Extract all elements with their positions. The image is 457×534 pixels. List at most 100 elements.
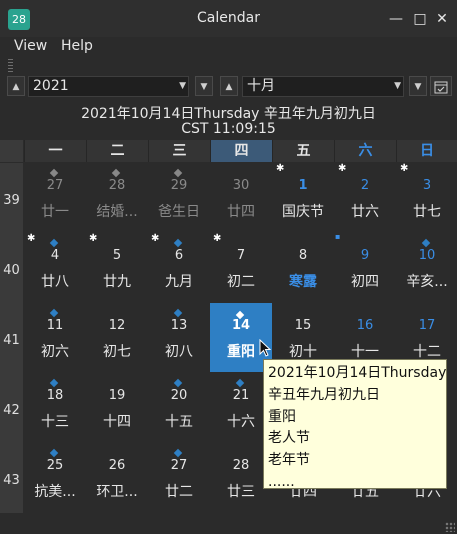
lunar-label: 结婚... bbox=[96, 204, 138, 220]
year-value: 2021 bbox=[33, 78, 69, 94]
week-number: 39 bbox=[0, 163, 23, 233]
today-calendar-icon bbox=[434, 81, 448, 94]
day-number: 15 bbox=[294, 318, 312, 333]
today-button[interactable] bbox=[430, 76, 452, 96]
day-number: 13 bbox=[170, 318, 188, 333]
tooltip-line: 老人节 bbox=[268, 430, 310, 447]
lunar-label: 廿九 bbox=[103, 274, 131, 290]
day-number: 1 bbox=[298, 178, 308, 193]
lunar-label: 十四 bbox=[103, 414, 131, 430]
lunar-label: 十五 bbox=[165, 414, 193, 430]
special-day-star-icon: ✱ bbox=[276, 163, 285, 174]
day-cell[interactable]: 19 十四 bbox=[86, 373, 148, 442]
day-cell[interactable]: 13 初八 bbox=[148, 303, 210, 372]
maximize-icon[interactable]: □ bbox=[410, 9, 430, 29]
minimize-icon[interactable]: — bbox=[386, 9, 406, 29]
event-marker-icon bbox=[49, 168, 59, 178]
day-number: 29 bbox=[170, 178, 188, 193]
day-cell[interactable]: 12 初七 bbox=[86, 303, 148, 372]
lunar-label: 九月 bbox=[165, 274, 193, 290]
day-cell[interactable]: 27 廿一 bbox=[24, 163, 86, 232]
menu-bar: View Help bbox=[0, 37, 457, 57]
day-number: 12 bbox=[108, 318, 126, 333]
day-cell[interactable]: 25 抗美... bbox=[24, 443, 86, 512]
day-number: 25 bbox=[46, 458, 64, 473]
mouse-cursor-icon bbox=[259, 339, 271, 357]
lunar-label: 环卫... bbox=[96, 484, 138, 500]
month-combobox[interactable]: 十月 ▼ bbox=[242, 76, 404, 97]
lunar-label: 廿四 bbox=[227, 204, 255, 220]
lunar-label: 初六 bbox=[41, 344, 69, 360]
close-icon[interactable]: ✕ bbox=[432, 9, 452, 29]
tooltip-line: ...... bbox=[268, 473, 295, 490]
lunar-label: 廿一 bbox=[41, 204, 69, 220]
lunar-label: 寒露 bbox=[289, 274, 317, 290]
month-down-button[interactable]: ▼ bbox=[409, 76, 427, 96]
event-marker-icon bbox=[173, 238, 183, 248]
special-day-star-icon: ✱ bbox=[151, 233, 160, 244]
tooltip-line: 辛丑年九月初九日 bbox=[268, 386, 380, 403]
day-cell[interactable]: 11 初六 bbox=[24, 303, 86, 372]
day-cell[interactable]: 30 廿四 bbox=[210, 163, 272, 232]
special-day-star-icon: ✱ bbox=[27, 233, 36, 244]
year-down-button[interactable]: ▼ bbox=[195, 76, 213, 96]
chevron-down-icon[interactable]: ▼ bbox=[179, 77, 186, 96]
event-marker-icon bbox=[111, 168, 121, 178]
arrow-up-icon: ▲ bbox=[12, 82, 20, 92]
day-cell[interactable]: 18 十三 bbox=[24, 373, 86, 442]
lunar-label: 廿七 bbox=[413, 204, 441, 220]
week-number: 40 bbox=[0, 233, 23, 303]
day-cell[interactable]: 20 十五 bbox=[148, 373, 210, 442]
day-tooltip: 2021年10月14日Thursday 辛丑年九月初九日 重阳 老人节 老年节 … bbox=[263, 359, 447, 490]
weekday-header-cell: 二 bbox=[86, 140, 148, 162]
week-number: 41 bbox=[0, 303, 23, 373]
day-cell[interactable]: 28 结婚... bbox=[86, 163, 148, 232]
day-number: 4 bbox=[50, 248, 60, 263]
day-cell[interactable]: 9 初四 bbox=[334, 233, 396, 302]
lunar-label: 初十 bbox=[289, 344, 317, 360]
chevron-down-icon[interactable]: ▼ bbox=[394, 77, 401, 96]
day-number: 20 bbox=[170, 388, 188, 403]
tooltip-line: 2021年10月14日Thursday bbox=[268, 365, 447, 381]
lunar-label: 初八 bbox=[165, 344, 193, 360]
event-marker-icon bbox=[49, 448, 59, 458]
year-up-button[interactable]: ▲ bbox=[7, 76, 25, 96]
event-marker-icon bbox=[173, 168, 183, 178]
month-up-button[interactable]: ▲ bbox=[220, 76, 238, 96]
day-cell[interactable]: 27 廿二 bbox=[148, 443, 210, 512]
day-number: 14 bbox=[231, 318, 251, 333]
special-day-star-icon: ✱ bbox=[213, 233, 222, 244]
day-number: 16 bbox=[356, 318, 374, 333]
year-spinbox[interactable]: 2021 ▼ bbox=[28, 76, 189, 97]
lunar-label: 十一 bbox=[351, 344, 379, 360]
lunar-label: 初七 bbox=[103, 344, 131, 360]
day-cell[interactable]: 29 爸生日 bbox=[148, 163, 210, 232]
lunar-label: 廿二 bbox=[165, 484, 193, 500]
weekday-header-cell: 一 bbox=[24, 140, 86, 162]
day-number: 30 bbox=[232, 178, 250, 193]
navigation-row: ▲ 2021 ▼ ▼ ▲ 十月 ▼ ▼ bbox=[0, 74, 457, 100]
day-number: 3 bbox=[422, 178, 432, 193]
week-number: 43 bbox=[0, 443, 23, 513]
day-number: 2 bbox=[360, 178, 370, 193]
event-marker-icon bbox=[49, 378, 59, 388]
month-value: 十月 bbox=[247, 78, 275, 94]
event-marker-icon bbox=[421, 238, 431, 248]
event-marker-icon bbox=[49, 238, 59, 248]
lunar-label: 十二 bbox=[413, 344, 441, 360]
current-datetime-line: 2021年10月14日Thursday 辛丑年九月初九日 bbox=[81, 106, 376, 122]
day-cell[interactable]: 8 寒露 bbox=[272, 233, 334, 302]
weekday-header-cell: 四 bbox=[210, 140, 272, 162]
lunar-label: 十三 bbox=[41, 414, 69, 430]
status-bar bbox=[0, 513, 457, 534]
resize-grip-icon[interactable] bbox=[445, 522, 455, 532]
lunar-label: 国庆节 bbox=[282, 204, 324, 220]
menu-help[interactable]: Help bbox=[61, 37, 93, 55]
day-cell[interactable]: 10 辛亥... bbox=[396, 233, 457, 302]
toolbar-grip[interactable] bbox=[8, 59, 13, 73]
lunar-label: 初四 bbox=[351, 274, 379, 290]
menu-view[interactable]: View bbox=[14, 37, 47, 55]
day-cell[interactable]: 26 环卫... bbox=[86, 443, 148, 512]
day-number: 11 bbox=[46, 318, 64, 333]
lunar-label: 爸生日 bbox=[158, 204, 200, 220]
